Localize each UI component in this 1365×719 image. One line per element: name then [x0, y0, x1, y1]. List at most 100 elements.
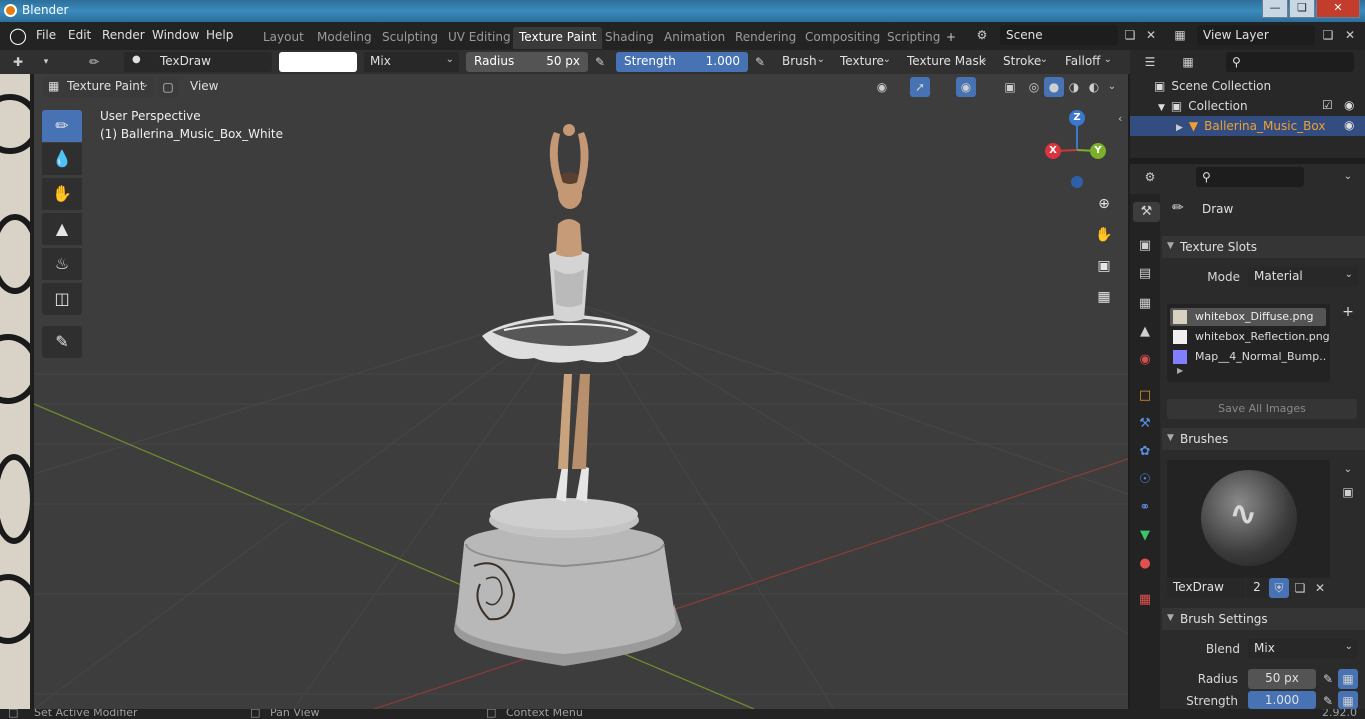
constraints-tab-icon[interactable]: ⚭	[1135, 498, 1155, 518]
smear-tool-icon[interactable]: ✋	[42, 178, 82, 210]
duplicate-brush-icon[interactable]: ❏	[1290, 578, 1310, 598]
solid-shading-icon[interactable]: ●	[1044, 77, 1064, 97]
fake-user-shield-icon[interactable]: ⛨	[1269, 578, 1289, 598]
unlink-brush-icon[interactable]: ✕	[1310, 578, 1330, 598]
brush-menu[interactable]: Brush ⌄	[776, 52, 830, 72]
outliner-collection[interactable]: ▼ ▣ Collection ☑ ◉	[1130, 96, 1365, 116]
tab-layout[interactable]: Layout	[257, 27, 310, 49]
outliner-editor-icon[interactable]: ☰	[1140, 52, 1160, 72]
blender-logo-icon[interactable]: ◯	[9, 28, 27, 44]
draw-tool-icon[interactable]: ✏	[42, 110, 82, 142]
editor-type-chevron-icon[interactable]: ▾	[36, 52, 56, 72]
delete-scene-icon[interactable]: ✕	[1141, 25, 1161, 45]
add-slot-button[interactable]: +	[1338, 304, 1358, 322]
menu-file[interactable]: File	[36, 28, 56, 42]
minimize-button[interactable]: —	[1262, 0, 1288, 18]
clone-tool-icon[interactable]: ▲	[42, 213, 82, 245]
object-tab-icon[interactable]: □	[1135, 386, 1155, 406]
close-button[interactable]: ✕	[1316, 0, 1360, 18]
brush-preview[interactable]: ∿	[1167, 460, 1330, 578]
ortho-grid-icon[interactable]: ▦	[1091, 284, 1117, 310]
gizmo-z-axis[interactable]: Z	[1069, 110, 1085, 126]
fill-tool-icon[interactable]: ♨	[42, 248, 82, 280]
menu-edit[interactable]: Edit	[68, 28, 91, 42]
brush-image-icon[interactable]: ▣	[1338, 482, 1358, 502]
new-view-layer-icon[interactable]: ❏	[1318, 25, 1338, 45]
mode-selector[interactable]: ▦ Texture Paint ⌄	[42, 77, 154, 97]
eye-icon[interactable]: ◉	[1344, 98, 1354, 112]
sidebar-toggle-icon[interactable]: ‹	[1118, 112, 1128, 132]
wireframe-shading-icon[interactable]: ◎	[1024, 77, 1044, 97]
tab-shading[interactable]: Shading	[599, 27, 660, 49]
material-shading-icon[interactable]: ◑	[1064, 77, 1084, 97]
radius-unit-toggle-icon[interactable]: ▦	[1338, 669, 1358, 689]
shading-options-chevron-icon[interactable]: ⌄	[1102, 77, 1122, 97]
physics-tab-icon[interactable]: ☉	[1135, 470, 1155, 490]
tab-texture-paint[interactable]: Texture Paint	[513, 27, 603, 49]
brush-blend-dropdown[interactable]: Mix ⌄	[1248, 639, 1358, 659]
outliner-scene-collection[interactable]: ▣ Scene Collection	[1130, 76, 1365, 96]
rendered-shading-icon[interactable]: ◐	[1084, 77, 1104, 97]
strength-pressure-icon[interactable]: ✎	[1318, 691, 1338, 709]
zoom-icon[interactable]: ⊕	[1091, 191, 1117, 217]
list-item[interactable]: Map__4_Normal_Bump....	[1195, 350, 1327, 363]
texture-slots-panel-header[interactable]: ▼ Texture Slots	[1162, 236, 1365, 258]
add-workspace-button[interactable]: +	[940, 27, 962, 49]
texture-tab-icon[interactable]: ▦	[1135, 590, 1155, 610]
brush-strength-field[interactable]: 1.000	[1248, 691, 1316, 709]
outliner-search-input[interactable]: ⚲	[1226, 52, 1354, 72]
outliner-object-row[interactable]: ▶ ▼ Ballerina_Music_Box ◉	[1130, 116, 1365, 136]
brush-list-chevron-icon[interactable]: ⌄	[1338, 460, 1358, 480]
view-layer-tab-icon[interactable]: ▦	[1135, 294, 1155, 314]
gizmo-x-axis[interactable]: X	[1045, 143, 1061, 159]
properties-options-chevron-icon[interactable]: ⌄	[1338, 167, 1358, 187]
tool-tab-icon[interactable]: ⚒	[1133, 202, 1160, 222]
pan-hand-icon[interactable]: ✋	[1091, 222, 1117, 248]
brush-radius-field[interactable]: 50 px	[1248, 669, 1316, 689]
tab-scripting[interactable]: Scripting	[881, 27, 946, 49]
output-tab-icon[interactable]: ▤	[1135, 264, 1155, 284]
expand-arrow-icon[interactable]: ▶	[1177, 366, 1183, 375]
texture-menu[interactable]: Texture ⌄	[834, 52, 896, 72]
include-checkbox-icon[interactable]: ☑	[1322, 98, 1333, 112]
tab-uv-editing[interactable]: UV Editing	[442, 27, 517, 49]
stroke-menu[interactable]: Stroke ⌄	[997, 52, 1053, 72]
maximize-button[interactable]: ❏	[1289, 0, 1315, 18]
modifier-tab-icon[interactable]: ⚒	[1135, 414, 1155, 434]
camera-view-icon[interactable]: ▣	[1091, 253, 1117, 279]
blend-mode-dropdown[interactable]: Mix ⌄	[364, 52, 459, 72]
tab-rendering[interactable]: Rendering	[729, 27, 802, 49]
tab-compositing[interactable]: Compositing	[799, 27, 886, 49]
properties-search-input[interactable]: ⚲	[1196, 167, 1304, 187]
properties-editor-icon[interactable]: ⚙	[1140, 167, 1160, 187]
brush-icon[interactable]: ✏	[84, 52, 104, 72]
particles-tab-icon[interactable]: ✿	[1135, 442, 1155, 462]
radius-pressure-icon[interactable]: ✎	[1318, 669, 1338, 689]
3d-viewport[interactable]	[34, 74, 1128, 709]
delete-view-layer-icon[interactable]: ✕	[1340, 25, 1360, 45]
soften-tool-icon[interactable]: 💧	[42, 143, 82, 175]
xray-toggle-icon[interactable]: ▣	[1000, 77, 1020, 97]
tab-sculpting[interactable]: Sculpting	[376, 27, 444, 49]
slot-mode-dropdown[interactable]: Material ⌄	[1248, 267, 1358, 287]
paint-color-swatch[interactable]	[279, 52, 357, 72]
gizmo-toggle-icon[interactable]: ➚	[910, 77, 930, 97]
list-item[interactable]: whitebox_Diffuse.png	[1195, 310, 1314, 323]
menu-help[interactable]: Help	[206, 28, 233, 42]
radius-slider[interactable]: Radius 50 px	[466, 52, 588, 72]
view-menu[interactable]: View	[184, 77, 224, 97]
view-layer-field[interactable]: View Layer	[1197, 25, 1315, 45]
eye-icon[interactable]: ◉	[1344, 118, 1354, 132]
material-tab-icon[interactable]: ●	[1135, 554, 1155, 574]
falloff-menu[interactable]: Falloff ⌄	[1059, 52, 1117, 72]
mask-toggle-icon[interactable]: ▢	[158, 77, 178, 97]
data-tab-icon[interactable]: ▼	[1135, 526, 1155, 546]
world-tab-icon[interactable]: ◉	[1135, 350, 1155, 370]
scene-name-field[interactable]: Scene	[1000, 25, 1118, 45]
brush-settings-panel-header[interactable]: ▼ Brush Settings	[1162, 608, 1365, 630]
editor-type-icon[interactable]: ✚	[8, 52, 28, 72]
display-mode-icon[interactable]: ▦	[1178, 52, 1198, 72]
scene-icon[interactable]: ⚙	[972, 25, 992, 45]
menu-render[interactable]: Render	[102, 28, 145, 42]
visibility-icon[interactable]: ◉	[872, 77, 892, 97]
